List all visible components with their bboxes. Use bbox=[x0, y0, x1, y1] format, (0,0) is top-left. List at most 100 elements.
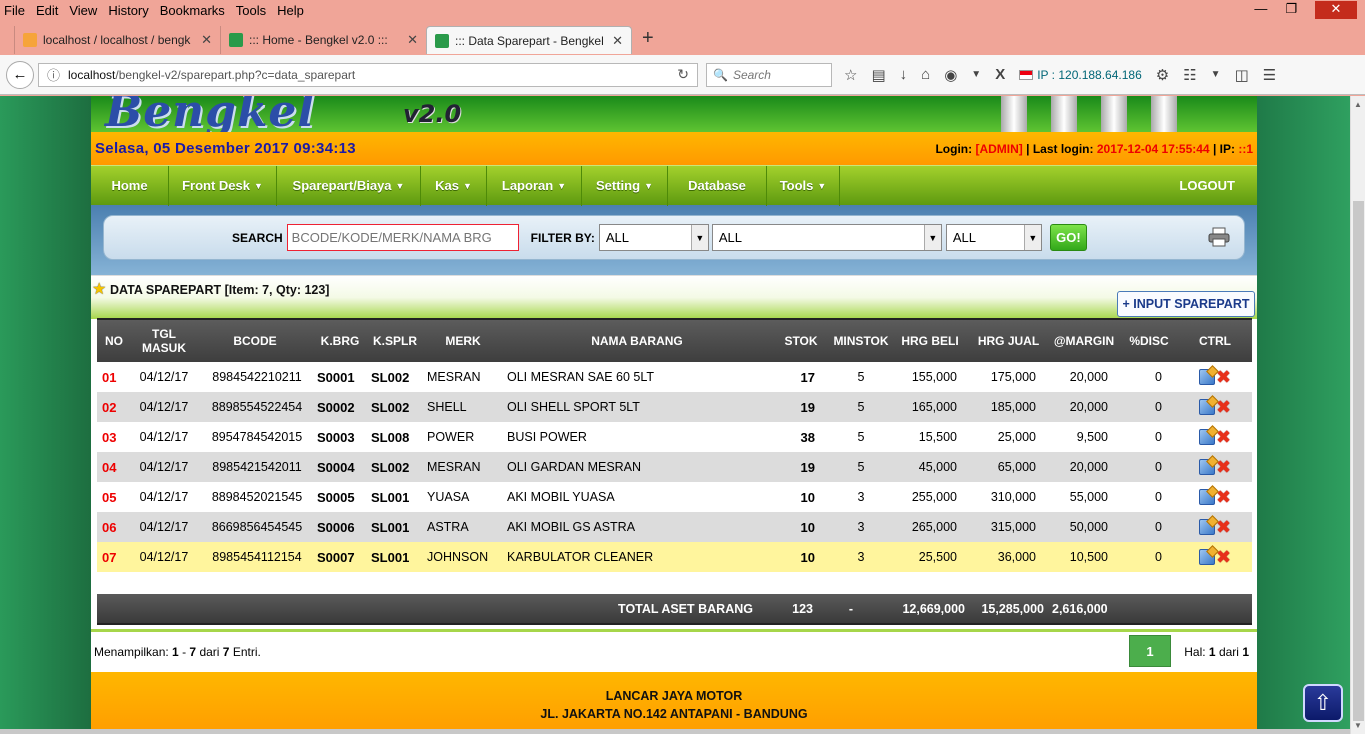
x-extension-icon[interactable]: X bbox=[995, 66, 1005, 83]
col-merk[interactable]: MERK bbox=[423, 318, 503, 362]
menu-front-desk[interactable]: Front Desk ▼ bbox=[169, 165, 277, 206]
cell-tgl-masuk: 04/12/17 bbox=[131, 452, 197, 482]
table-row[interactable]: 04 04/12/17 8985421542011 S0004 SL002 MESRAN O… bbox=[97, 452, 1252, 482]
arrow-up-icon: ⇧ bbox=[1313, 690, 1333, 715]
download-icon[interactable]: ↓ bbox=[900, 66, 908, 83]
cell-minstok: 3 bbox=[831, 542, 891, 572]
go-button[interactable]: GO! bbox=[1049, 224, 1087, 251]
col-tgl-masuk[interactable]: TGL MASUK bbox=[131, 318, 197, 362]
col-stok[interactable]: STOK bbox=[771, 318, 831, 362]
restore-icon[interactable]: ❐ bbox=[1285, 1, 1297, 19]
table-row[interactable]: 06 04/12/17 8669856454545 S0006 SL001 ASTRA AK… bbox=[97, 512, 1252, 542]
cell-tgl-masuk: 04/12/17 bbox=[131, 482, 197, 512]
ip-indicator[interactable]: IP : 120.188.64.186 bbox=[1019, 68, 1142, 82]
dropdown-icon[interactable]: ▼ bbox=[971, 69, 981, 80]
tab-close-icon[interactable]: ✕ bbox=[407, 32, 418, 48]
menu-tools[interactable]: Tools bbox=[236, 3, 266, 18]
input-sparepart-button[interactable]: + INPUT SPAREPART bbox=[1117, 291, 1255, 317]
screenshot-icon[interactable]: ◉ bbox=[944, 66, 957, 84]
scroll-up-icon[interactable]: ▲ bbox=[1354, 100, 1362, 109]
col-hrg-beli[interactable]: HRG BELI bbox=[891, 318, 969, 362]
col-ksplr[interactable]: K.SPLR bbox=[367, 318, 423, 362]
table-row[interactable]: 02 04/12/17 8898554522454 S0002 SL002 SHELL OL… bbox=[97, 392, 1252, 422]
clipboard-icon[interactable]: ☷ bbox=[1183, 66, 1196, 84]
menu-home[interactable]: Home bbox=[91, 165, 169, 206]
browser-search-input[interactable]: 🔍 Search bbox=[706, 62, 832, 87]
scrollbar-thumb[interactable] bbox=[1353, 201, 1364, 721]
menu-laporan[interactable]: Laporan ▼ bbox=[487, 165, 582, 206]
table-row[interactable]: 03 04/12/17 8954784542015 S0003 SL008 POWER BU… bbox=[97, 422, 1252, 452]
menu-file[interactable]: File bbox=[4, 3, 25, 18]
star-icon: ★ bbox=[92, 281, 107, 298]
tab-data-sparepart[interactable]: ::: Data Sparepart - Bengkel v ✕ bbox=[426, 26, 632, 54]
reload-icon[interactable]: ↻ bbox=[677, 66, 689, 83]
tab-home-bengkel[interactable]: ::: Home - Bengkel v2.0 ::: ✕ bbox=[220, 26, 426, 54]
bookmark-star-icon[interactable]: ☆ bbox=[844, 66, 857, 84]
tab-close-icon[interactable]: ✕ bbox=[201, 32, 212, 48]
search-placeholder: Search bbox=[732, 67, 771, 82]
app-page: Bengkel v2.0 Selasa, 05 Desember 2017 09… bbox=[91, 96, 1257, 734]
edit-icon[interactable] bbox=[1198, 429, 1215, 445]
close-window-icon[interactable]: ✕ bbox=[1315, 1, 1357, 19]
col-hrg-jual[interactable]: HRG JUAL bbox=[969, 318, 1048, 362]
cell-merk: MESRAN bbox=[423, 362, 503, 392]
main-menu: Home Front Desk ▼ Sparepart/Biaya ▼ Kas ▼ L… bbox=[91, 165, 1257, 206]
tab-phpmyadmin[interactable]: localhost / localhost / bengk ✕ bbox=[14, 26, 220, 54]
printer-icon[interactable] bbox=[1208, 227, 1230, 247]
edit-icon[interactable] bbox=[1198, 369, 1215, 385]
scroll-down-icon[interactable]: ▼ bbox=[1354, 721, 1362, 730]
table-row[interactable]: 07 04/12/17 8985454112154 S0007 SL001 JOHNSON… bbox=[97, 542, 1252, 572]
menu-bookmarks[interactable]: Bookmarks bbox=[160, 3, 225, 18]
col-no[interactable]: NO bbox=[97, 318, 131, 362]
filter-select-3[interactable]: ALL ▼ bbox=[945, 224, 1042, 251]
edit-icon[interactable] bbox=[1198, 549, 1215, 565]
menu-history[interactable]: History bbox=[108, 3, 148, 18]
page-button-1[interactable]: 1 bbox=[1129, 635, 1171, 667]
filter-select-1[interactable]: ALL ▼ bbox=[598, 224, 709, 251]
edit-icon[interactable] bbox=[1198, 519, 1215, 535]
dropdown-icon[interactable]: ▼ bbox=[1211, 69, 1221, 80]
hamburger-menu-icon[interactable]: ☰ bbox=[1263, 66, 1276, 84]
home-icon[interactable]: ⌂ bbox=[921, 66, 930, 83]
table-row[interactable]: 05 04/12/17 8898452021545 S0005 SL001 YUASA AK… bbox=[97, 482, 1252, 512]
logout-button[interactable]: LOGOUT bbox=[1179, 178, 1235, 193]
minimize-icon[interactable]: — bbox=[1254, 1, 1267, 19]
extension-icon[interactable]: ⚙ bbox=[1156, 66, 1169, 84]
col-margin[interactable]: @MARGIN bbox=[1048, 318, 1120, 362]
cell-stok: 19 bbox=[771, 452, 831, 482]
menu-help[interactable]: Help bbox=[277, 3, 304, 18]
reading-list-icon[interactable]: ▤ bbox=[871, 66, 885, 84]
url-bar[interactable]: ⓘ localhost/bengkel-v2/sparepart.php?c=d… bbox=[38, 62, 698, 87]
edit-icon[interactable] bbox=[1198, 489, 1215, 505]
search-input[interactable] bbox=[286, 224, 519, 251]
col-disc[interactable]: %DISC bbox=[1120, 318, 1178, 362]
edit-icon[interactable] bbox=[1198, 459, 1215, 475]
info-icon[interactable]: ⓘ bbox=[47, 65, 60, 84]
menu-edit[interactable]: Edit bbox=[36, 3, 58, 18]
col-nama-barang[interactable]: NAMA BARANG bbox=[503, 318, 771, 362]
scroll-to-top-button[interactable]: ⇧ bbox=[1303, 684, 1343, 722]
menu-setting[interactable]: Setting ▼ bbox=[582, 165, 668, 206]
menu-view[interactable]: View bbox=[69, 3, 97, 18]
col-kbrg[interactable]: K.BRG bbox=[313, 318, 367, 362]
filter-select-2[interactable]: ALL ▼ bbox=[711, 224, 942, 251]
menu-kas[interactable]: Kas ▼ bbox=[421, 165, 487, 206]
back-button[interactable]: ← bbox=[6, 60, 34, 89]
cell-bcode: 8984542210211 bbox=[197, 362, 313, 392]
menu-sparepart-biaya[interactable]: Sparepart/Biaya ▼ bbox=[277, 165, 421, 206]
menu-tools[interactable]: Tools ▼ bbox=[767, 165, 840, 206]
sidebar-icon[interactable]: ◫ bbox=[1235, 66, 1249, 84]
new-tab-icon[interactable]: + bbox=[642, 27, 654, 50]
tab-close-icon[interactable]: ✕ bbox=[612, 33, 623, 49]
cell-kbrg: S0004 bbox=[313, 452, 367, 482]
vertical-scrollbar[interactable]: ▲ ▼ bbox=[1350, 96, 1365, 734]
col-minstok[interactable]: MINSTOK bbox=[831, 318, 891, 362]
cell-tgl-masuk: 04/12/17 bbox=[131, 542, 197, 572]
cell-hrg-beli: 45,000 bbox=[891, 452, 969, 482]
table-row[interactable]: 01 04/12/17 8984542210211 S0001 SL002 MESRAN O… bbox=[97, 362, 1252, 392]
cell-stok: 10 bbox=[771, 542, 831, 572]
menu-database[interactable]: Database bbox=[668, 165, 767, 206]
col-bcode[interactable]: BCODE bbox=[197, 318, 313, 362]
edit-icon[interactable] bbox=[1198, 399, 1215, 415]
cell-disc: 0 bbox=[1120, 362, 1178, 392]
